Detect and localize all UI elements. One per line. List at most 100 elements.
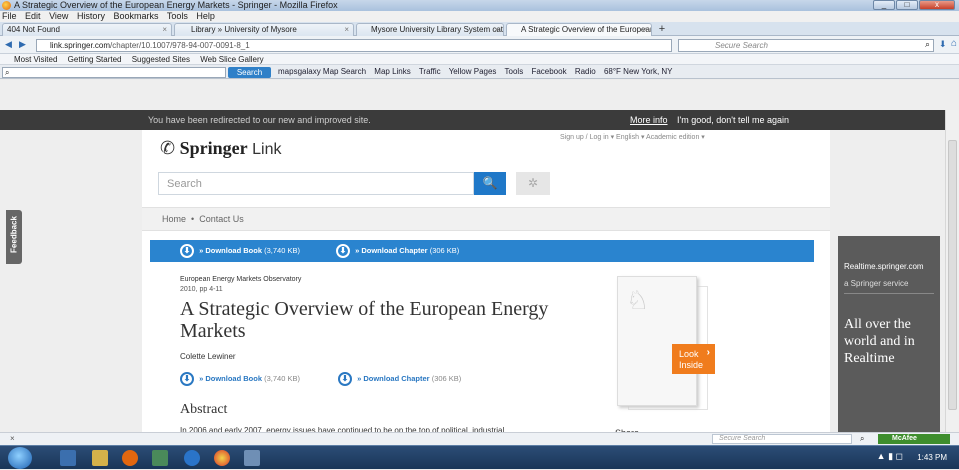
search-options-button[interactable]: ✲ [516, 172, 550, 195]
tab-mysore-catalog[interactable]: Mysore University Library System cat... … [356, 23, 504, 36]
taskbar-app-icon[interactable] [152, 450, 168, 466]
back-icon[interactable]: ◀ [5, 39, 12, 50]
toolbar-item-facebook[interactable]: Facebook [531, 67, 566, 76]
page-scrollbar[interactable] [945, 110, 959, 432]
menu-tools[interactable]: Tools [167, 11, 188, 21]
chapter-title: A Strategic Overview of the European Ene… [180, 298, 549, 342]
feedback-tab[interactable]: Feedback [6, 210, 22, 264]
window-title: A Strategic Overview of the European Ene… [14, 0, 338, 10]
ad-tagline: All over the world and in Realtime [844, 317, 915, 366]
close-addon-bar-icon[interactable]: × [10, 433, 15, 445]
toolbar-search-button[interactable]: Search [228, 67, 271, 78]
breadcrumb: Home • Contact Us [142, 207, 830, 231]
tab-library-mysore[interactable]: Library » University of Mysore × [174, 23, 354, 36]
tab-404[interactable]: 404 Not Found × [2, 23, 172, 36]
site-search-input[interactable]: Search [158, 172, 474, 195]
inline-download-links: ⬇ » Download Book (3,740 KB) ⬇ » Downloa… [180, 372, 461, 386]
toolbar-item-yellow-pages[interactable]: Yellow Pages [449, 67, 497, 76]
chapter-author[interactable]: Colette Lewiner [180, 352, 236, 361]
tab-label: Library » University of Mysore [191, 25, 297, 34]
taskbar-firefox-icon[interactable] [122, 450, 138, 466]
bookmark-web-slice-gallery[interactable]: Web Slice Gallery [200, 55, 263, 64]
close-window-button[interactable]: x [919, 0, 955, 10]
status-search-input[interactable]: Secure Search [712, 434, 852, 444]
system-tray[interactable]: ▲ ▮ ◻ [877, 451, 903, 462]
menu-bookmarks[interactable]: Bookmarks [113, 11, 158, 21]
menu-file[interactable]: File [2, 11, 17, 21]
browser-search-placeholder: Secure Search [715, 41, 768, 50]
url-path: /chapter/10.1007/978-94-007-0091-8_1 [110, 41, 250, 50]
toolbar-item-radio[interactable]: Radio [575, 67, 596, 76]
toolbar-item-weather[interactable]: 68°F New York, NY [604, 67, 673, 76]
tab-springer-active[interactable]: A Strategic Overview of the European... … [506, 23, 652, 36]
toolbar-item-map-search[interactable]: mapsgalaxy Map Search [278, 67, 366, 76]
taskbar-ie-icon[interactable] [184, 450, 200, 466]
browser-search-input[interactable]: Secure Search [678, 39, 934, 52]
download-book-link[interactable]: ⬇ » Download Book (3,740 KB) [180, 240, 300, 262]
download-book-link-2[interactable]: ⬇ » Download Book (3,740 KB) [180, 372, 300, 386]
download-book-size: (3,740 KB) [264, 373, 300, 383]
realtime-ad[interactable]: Realtime.springer.com a Springer service… [838, 236, 940, 432]
mcafee-badge[interactable]: McAfee [878, 434, 950, 444]
toolbar-search-icon: ⌕ [5, 68, 10, 77]
status-search-icon[interactable]: ⌕ [860, 433, 864, 445]
start-button-icon[interactable] [8, 447, 32, 469]
ad-service: a Springer service [844, 279, 909, 288]
home-icon[interactable]: ⌂ [951, 38, 957, 49]
search-icon[interactable]: ⌕ [925, 39, 930, 50]
toolbar-search-input[interactable]: ⌕ [2, 67, 226, 78]
menu-bar: File Edit View History Bookmarks Tools H… [0, 11, 959, 22]
tab-close-icon[interactable]: × [162, 24, 167, 36]
bookmark-most-visited[interactable]: Most Visited [14, 55, 57, 64]
springerlink-logo[interactable]: ✆ Springer Link [160, 138, 281, 159]
tab-close-icon[interactable]: × [642, 24, 647, 36]
forward-icon[interactable]: ▶ [19, 39, 26, 50]
status-search-placeholder: Secure Search [719, 435, 766, 442]
taskbar-app-icon[interactable] [60, 450, 76, 466]
tab-close-icon[interactable]: × [494, 24, 499, 36]
url-bar[interactable]: link.springer.com/chapter/10.1007/978-94… [36, 39, 672, 52]
taskbar-app-icon[interactable] [244, 450, 260, 466]
more-info-link[interactable]: More info [630, 110, 668, 130]
minimize-button[interactable]: _ [873, 0, 895, 10]
download-circle-icon: ⬇ [180, 244, 194, 259]
ad-divider [844, 293, 934, 294]
account-links[interactable]: Sign up / Log in ▾ English ▾ Academic ed… [560, 133, 705, 141]
bookmark-suggested-sites[interactable]: Suggested Sites [132, 55, 190, 64]
menu-help[interactable]: Help [196, 11, 215, 21]
taskbar-clock[interactable]: 1:43 PM [917, 446, 947, 470]
toolbar-item-tools[interactable]: Tools [505, 67, 524, 76]
new-tab-button[interactable]: + [654, 23, 670, 36]
look-inside-button[interactable]: Look Inside › [672, 344, 715, 374]
download-chapter-link[interactable]: ⬇ » Download Chapter (306 KB) [336, 240, 459, 262]
tab-label: Mysore University Library System cat... [371, 25, 504, 34]
dismiss-redirect-button[interactable]: I'm good, don't tell me again [667, 110, 799, 130]
download-chapter-label: » Download Chapter [357, 373, 430, 383]
breadcrumb-contact[interactable]: Contact Us [199, 214, 244, 224]
toolbar-item-traffic[interactable]: Traffic [419, 67, 441, 76]
springer-horse-icon: ✆ [160, 138, 176, 158]
tab-close-icon[interactable]: × [344, 24, 349, 36]
abstract-heading: Abstract [180, 402, 228, 417]
toolbar-item-map-links[interactable]: Map Links [374, 67, 410, 76]
taskbar-chrome-icon[interactable] [214, 450, 230, 466]
menu-view[interactable]: View [49, 11, 68, 21]
book-series[interactable]: European Energy Markets Observatory [180, 276, 301, 283]
download-chapter-size: (306 KB) [429, 246, 460, 255]
gear-icon: ✲ [527, 176, 539, 190]
download-circle-icon: ⬇ [338, 372, 352, 386]
menu-edit[interactable]: Edit [25, 11, 41, 21]
window-titlebar: A Strategic Overview of the European Ene… [0, 0, 959, 11]
site-search-button[interactable]: 🔍 [474, 172, 506, 195]
scrollbar-thumb[interactable] [948, 140, 957, 410]
logo-link: Link [252, 141, 282, 158]
book-pages: 2010, pp 4-11 [180, 286, 223, 293]
maximize-button[interactable]: □ [896, 0, 918, 10]
menu-history[interactable]: History [77, 11, 105, 21]
taskbar-folder-icon[interactable] [92, 450, 108, 466]
download-chapter-link-2[interactable]: ⬇ » Download Chapter (306 KB) [338, 372, 461, 386]
bookmark-getting-started[interactable]: Getting Started [68, 55, 122, 64]
download-icon[interactable]: ⬇ [939, 39, 947, 50]
breadcrumb-home[interactable]: Home [162, 214, 186, 224]
download-book-size: (3,740 KB) [264, 246, 300, 255]
